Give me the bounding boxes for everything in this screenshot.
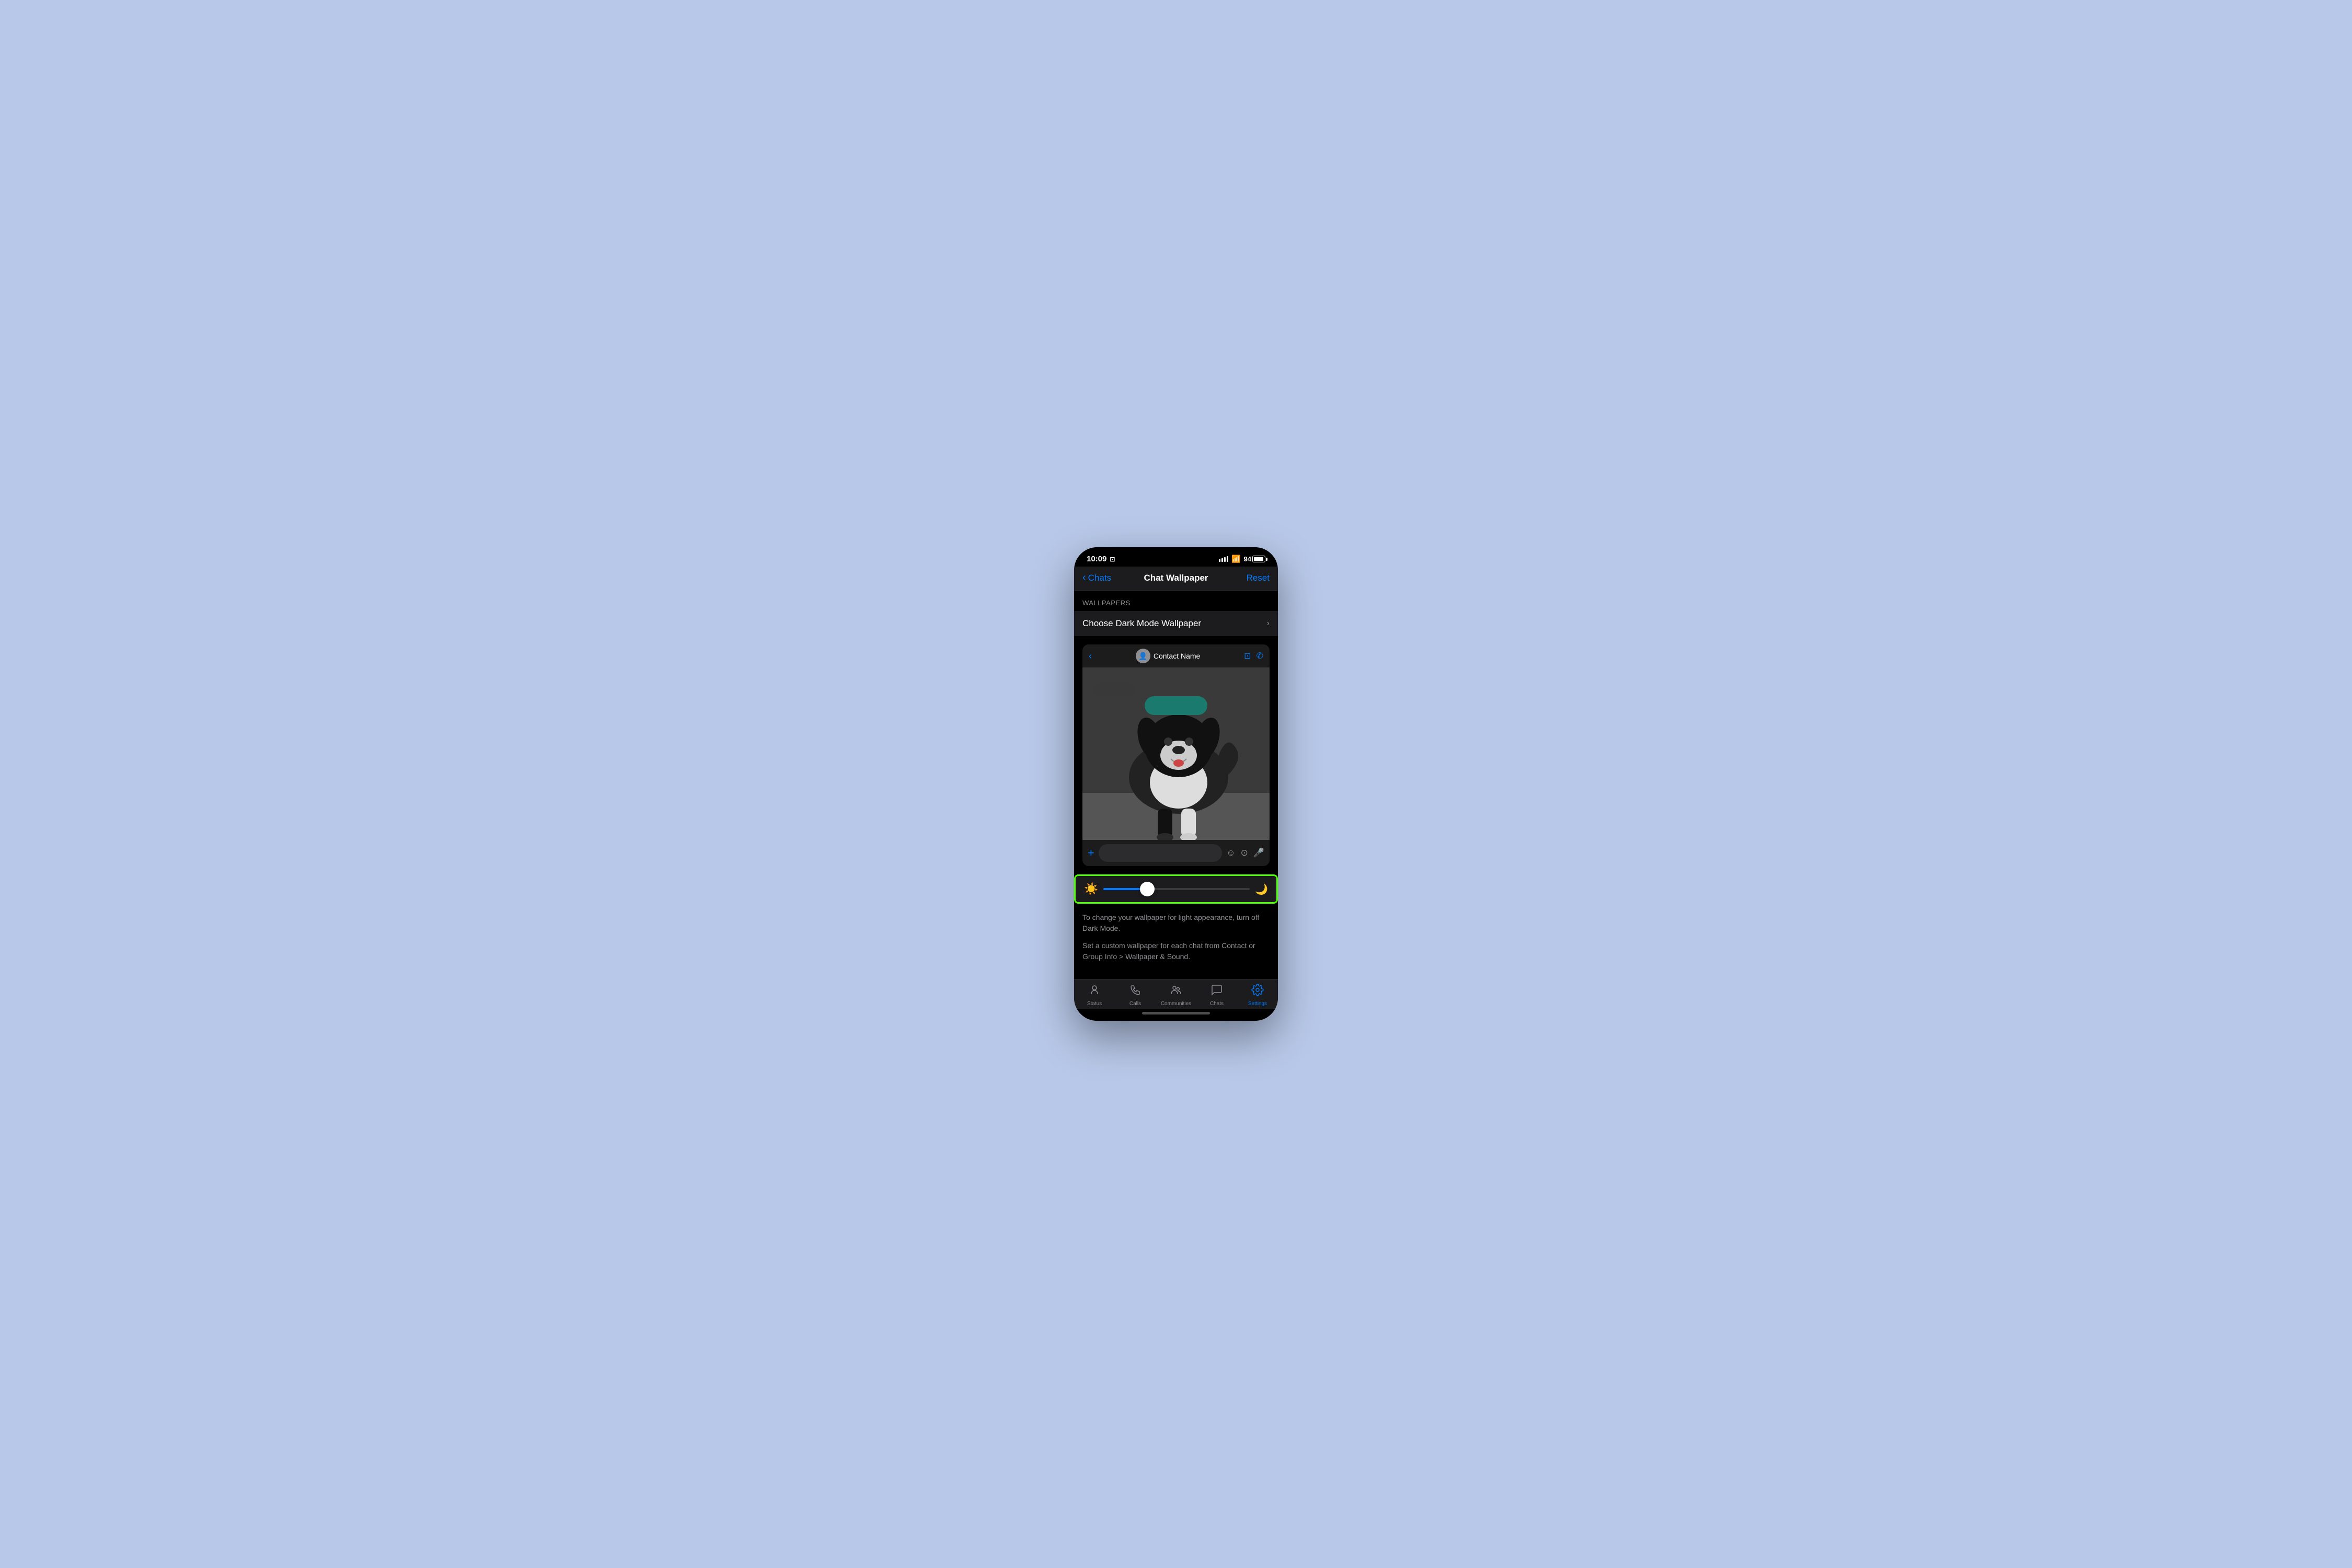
back-button[interactable]: ‹ Chats [1082,572,1119,584]
attachment-icon: + [1088,846,1094,860]
sun-icon: ☀️ [1084,882,1098,896]
slider-thumb[interactable] [1140,882,1155,896]
page-title: Chat Wallpaper [1119,573,1233,583]
emoji-icon: ☺ [1226,848,1235,858]
preview-action-icons: ⊡ ✆ [1244,651,1263,661]
status-left: 10:09 ⊡ [1087,555,1115,563]
signal-icon [1219,556,1228,562]
dark-mode-wallpaper-label: Choose Dark Mode Wallpaper [1082,618,1201,629]
input-action-icons: ☺ ⊙ 🎤 [1226,848,1264,858]
nav-bar: ‹ Chats Chat Wallpaper Reset [1074,567,1278,591]
communities-tab-label: Communities [1161,1001,1191,1007]
communities-tab-icon [1170,984,1182,999]
settings-tab-label: Settings [1248,1001,1267,1007]
calls-tab-icon [1129,984,1142,999]
tab-status[interactable]: Status [1074,984,1115,1007]
mic-icon: 🎤 [1253,848,1264,858]
content-area: WALLPAPERS Choose Dark Mode Wallpaper › … [1074,591,1278,979]
status-right: 📶 94 [1219,555,1265,563]
calls-tab-label: Calls [1129,1001,1141,1007]
dark-light-slider-section[interactable]: ☀️ 🌙 [1074,874,1278,904]
preview-contact-info: 👤 Contact Name [1136,649,1200,663]
light-mode-info-text: To change your wallpaper for light appea… [1074,906,1278,940]
chats-tab-icon [1210,984,1223,999]
tab-settings[interactable]: Settings [1237,984,1278,1007]
time-display: 10:09 [1087,555,1106,563]
phone-call-icon: ✆ [1256,651,1263,661]
home-bar [1142,1012,1210,1014]
moon-icon: 🌙 [1255,883,1268,896]
message-input-preview [1099,844,1222,862]
chats-tab-label: Chats [1210,1001,1224,1007]
chevron-right-icon: › [1267,619,1270,628]
sent-message-bubble [1145,696,1207,715]
tab-bar: Status Calls Communities [1074,979,1278,1009]
home-indicator [1074,1009,1278,1021]
phone-frame: 10:09 ⊡ 📶 94 ‹ Chats Chat Wa [1074,547,1278,1021]
custom-wallpaper-info-text: Set a custom wallpaper for each chat fro… [1074,940,1278,969]
preview-header: ‹ 👤 Contact Name ⊡ ✆ [1082,644,1270,667]
tab-calls[interactable]: Calls [1115,984,1156,1007]
reset-button[interactable]: Reset [1233,573,1270,583]
contact-avatar: 👤 [1136,649,1150,663]
wifi-icon: 📶 [1231,555,1240,563]
back-chevron-icon: ‹ [1082,572,1086,584]
sim-icon: ⊡ [1110,556,1115,563]
wallpaper-preview-image [1082,667,1270,840]
battery-level-text: 94 [1244,555,1251,563]
dark-mode-wallpaper-row[interactable]: Choose Dark Mode Wallpaper › [1074,611,1278,636]
video-call-icon: ⊡ [1244,651,1251,661]
status-bar: 10:09 ⊡ 📶 94 [1074,547,1278,567]
back-label: Chats [1088,573,1111,583]
contact-name-label: Contact Name [1154,652,1200,660]
preview-input-bar: + ☺ ⊙ 🎤 [1082,840,1270,866]
chat-preview: ‹ 👤 Contact Name ⊡ ✆ [1082,644,1270,866]
battery-icon: 94 [1244,555,1265,563]
wallpapers-section-label: WALLPAPERS [1074,591,1278,611]
camera-sticker-icon: ⊙ [1241,848,1248,858]
preview-back-icon: ‹ [1089,651,1092,662]
status-tab-label: Status [1087,1001,1102,1007]
settings-tab-icon [1251,984,1264,999]
spacer [1074,969,1278,979]
appearance-slider-track[interactable] [1103,888,1250,890]
received-message-bubble [1093,682,1135,697]
tab-chats[interactable]: Chats [1196,984,1237,1007]
status-tab-icon [1088,984,1101,999]
tab-communities[interactable]: Communities [1156,984,1196,1007]
